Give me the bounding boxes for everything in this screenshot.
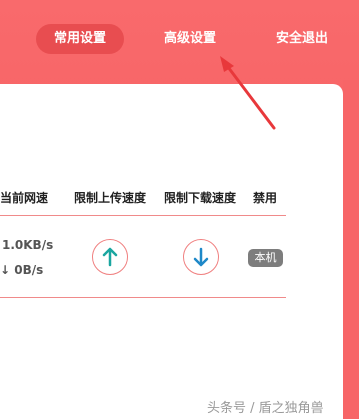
- upload-speed-value: 1.0KB/s: [2, 238, 54, 252]
- download-speed-value: 0B/s: [14, 263, 44, 277]
- watermark: 头条号 / 盾之独角兽: [207, 401, 324, 416]
- nav-common-settings[interactable]: 常用设置: [36, 24, 124, 54]
- nav-advanced-settings[interactable]: 高级设置: [150, 24, 230, 54]
- nav-safe-logout[interactable]: 安全退出: [262, 24, 342, 54]
- device-badge[interactable]: 本机: [248, 249, 283, 267]
- limit-upload-button[interactable]: [92, 239, 128, 275]
- header-limit-upload: 限制上传速度: [74, 191, 147, 205]
- down-arrow-icon: ↓: [0, 263, 15, 277]
- table-header-divider: [0, 215, 286, 216]
- header-disable: 禁用: [253, 191, 278, 205]
- header-current-speed: 当前网速: [0, 191, 49, 205]
- arrow-up-icon: [102, 247, 118, 267]
- limit-download-button[interactable]: [183, 239, 219, 275]
- download-speed-row: ↓ 0B/s: [0, 263, 43, 277]
- arrow-down-icon: [193, 247, 209, 267]
- header-limit-download: 限制下载速度: [164, 191, 237, 205]
- table-row-divider: [0, 297, 286, 298]
- side-band: [343, 80, 359, 419]
